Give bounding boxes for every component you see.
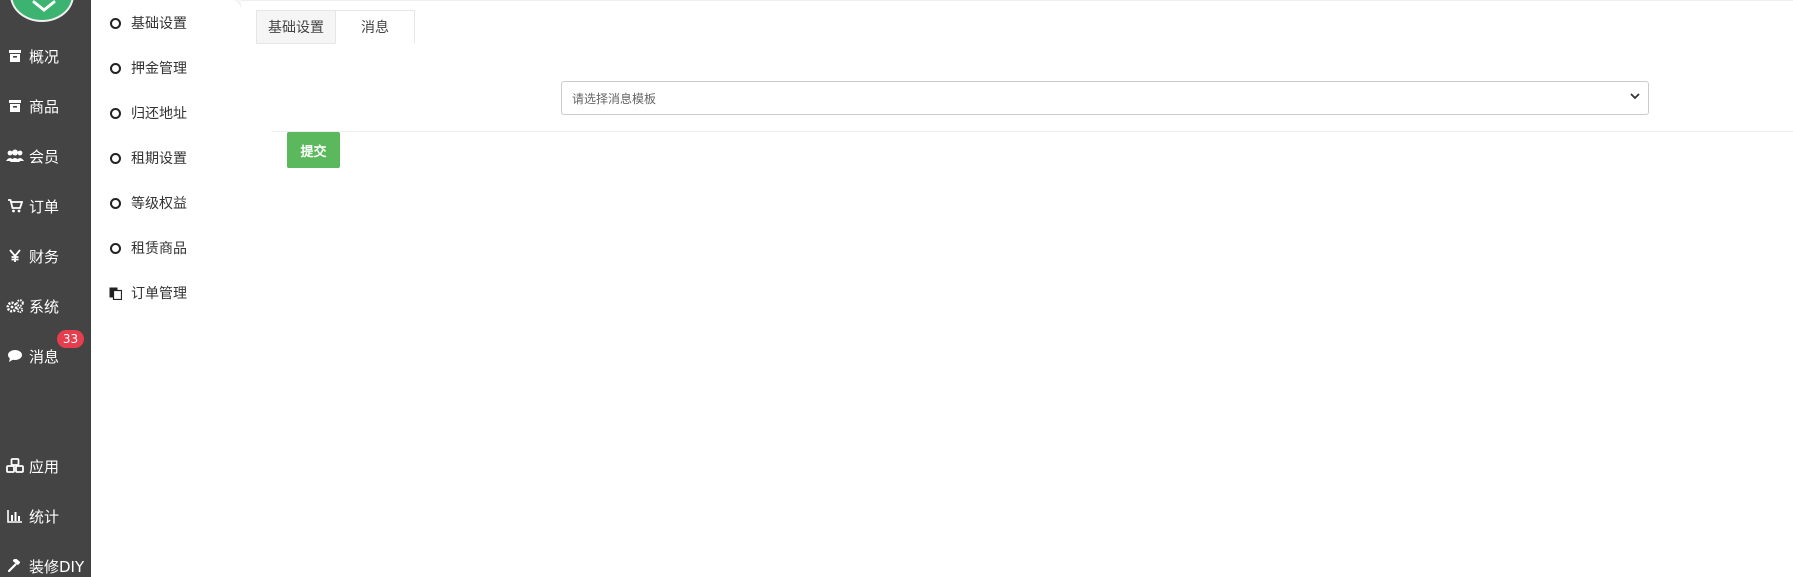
tab-basic-settings[interactable]: 基础设置 — [256, 10, 335, 44]
rail-item-label: 系统 — [29, 297, 60, 316]
yen-icon — [6, 247, 24, 265]
archive-icon — [6, 47, 24, 65]
circle-icon — [110, 152, 121, 164]
message-template-select[interactable]: 请选择消息模板 — [561, 81, 1649, 115]
return-notice-row: 归还成功通知 请选择消息模板 — [241, 81, 1793, 117]
rail-item-label: 应用 — [29, 457, 60, 476]
tab-label: 消息 — [361, 20, 389, 36]
submenu-item-label: 等级权益 — [131, 196, 187, 212]
submenu-item-basic-settings[interactable]: 基础设置 — [91, 8, 241, 38]
form-divider — [272, 131, 1793, 132]
users-icon — [6, 147, 24, 165]
circle-icon — [110, 62, 121, 74]
rail-item-goods[interactable]: 商品 — [0, 86, 91, 126]
rail-item-label: 会员 — [29, 147, 60, 166]
submenu-item-label: 基础设置 — [131, 16, 187, 32]
main-content: 基础设置 消息 归还成功通知 请选择消息模板 提交 — [241, 0, 1793, 577]
submenu-item-lease-term-settings[interactable]: 租期设置 — [91, 143, 241, 173]
submenu-item-label: 租赁商品 — [131, 241, 187, 257]
submenu-item-rental-goods[interactable]: 租赁商品 — [91, 233, 241, 263]
tab-messages[interactable]: 消息 — [335, 10, 415, 44]
message-count-badge: 33 — [57, 330, 84, 348]
submit-button[interactable]: 提交 — [287, 132, 340, 168]
cubes-icon — [6, 457, 24, 475]
rail-item-label: 消息 — [29, 347, 60, 366]
primary-sidebar: 概况 商品 会员 订单 财务 系统 消息 33 应用 统计 装修DIY — [0, 0, 91, 577]
tab-label: 基础设置 — [268, 20, 324, 36]
select-value: 请选择消息模板 — [572, 91, 657, 106]
tab-bar: 基础设置 消息 — [256, 10, 415, 44]
bar-chart-icon — [6, 507, 24, 525]
rail-item-decorate-diy[interactable]: 装修DIY — [0, 546, 91, 577]
submenu-item-return-address[interactable]: 归还地址 — [91, 98, 241, 128]
app-logo[interactable] — [10, 0, 74, 22]
chat-icon — [6, 347, 24, 365]
rail-item-label: 订单 — [29, 197, 60, 216]
cart-icon — [6, 197, 24, 215]
rail-item-system[interactable]: 系统 — [0, 286, 91, 326]
gavel-icon — [6, 557, 24, 575]
submenu-item-label: 订单管理 — [131, 286, 187, 302]
circle-icon — [110, 242, 121, 254]
rail-item-statistics[interactable]: 统计 — [0, 496, 91, 536]
rail-item-overview[interactable]: 概况 — [0, 36, 91, 76]
submenu-item-order-management[interactable]: 订单管理 — [91, 278, 241, 308]
submenu-item-deposit-management[interactable]: 押金管理 — [91, 53, 241, 83]
submenu-item-label: 归还地址 — [131, 106, 187, 122]
rail-item-apps[interactable]: 应用 — [0, 446, 91, 486]
copy-icon — [109, 287, 122, 300]
rail-item-orders[interactable]: 订单 — [0, 186, 91, 226]
rail-item-members[interactable]: 会员 — [0, 136, 91, 176]
rail-item-label: 概况 — [29, 47, 60, 66]
chevron-down-icon — [1630, 93, 1640, 100]
rail-item-label: 商品 — [29, 97, 60, 116]
rail-item-finance[interactable]: 财务 — [0, 236, 91, 276]
submenu-item-label: 租期设置 — [131, 151, 187, 167]
archive-icon — [6, 97, 24, 115]
circle-icon — [110, 197, 121, 209]
submenu-item-label: 押金管理 — [131, 61, 187, 77]
secondary-sidebar: 基础设置 押金管理 归还地址 租期设置 等级权益 租赁商品 订单管理 — [91, 0, 241, 577]
app-window: 概况 商品 会员 订单 财务 系统 消息 33 应用 统计 装修DIY 基础设置… — [0, 0, 1793, 577]
rail-item-label: 财务 — [29, 247, 60, 266]
gears-icon — [6, 297, 24, 315]
rail-item-label: 统计 — [29, 507, 60, 526]
chevron-down-icon — [32, 0, 56, 12]
submenu-item-level-benefits[interactable]: 等级权益 — [91, 188, 241, 218]
circle-icon — [110, 17, 121, 29]
circle-icon — [110, 107, 121, 119]
rail-item-label: 装修DIY — [29, 557, 85, 576]
